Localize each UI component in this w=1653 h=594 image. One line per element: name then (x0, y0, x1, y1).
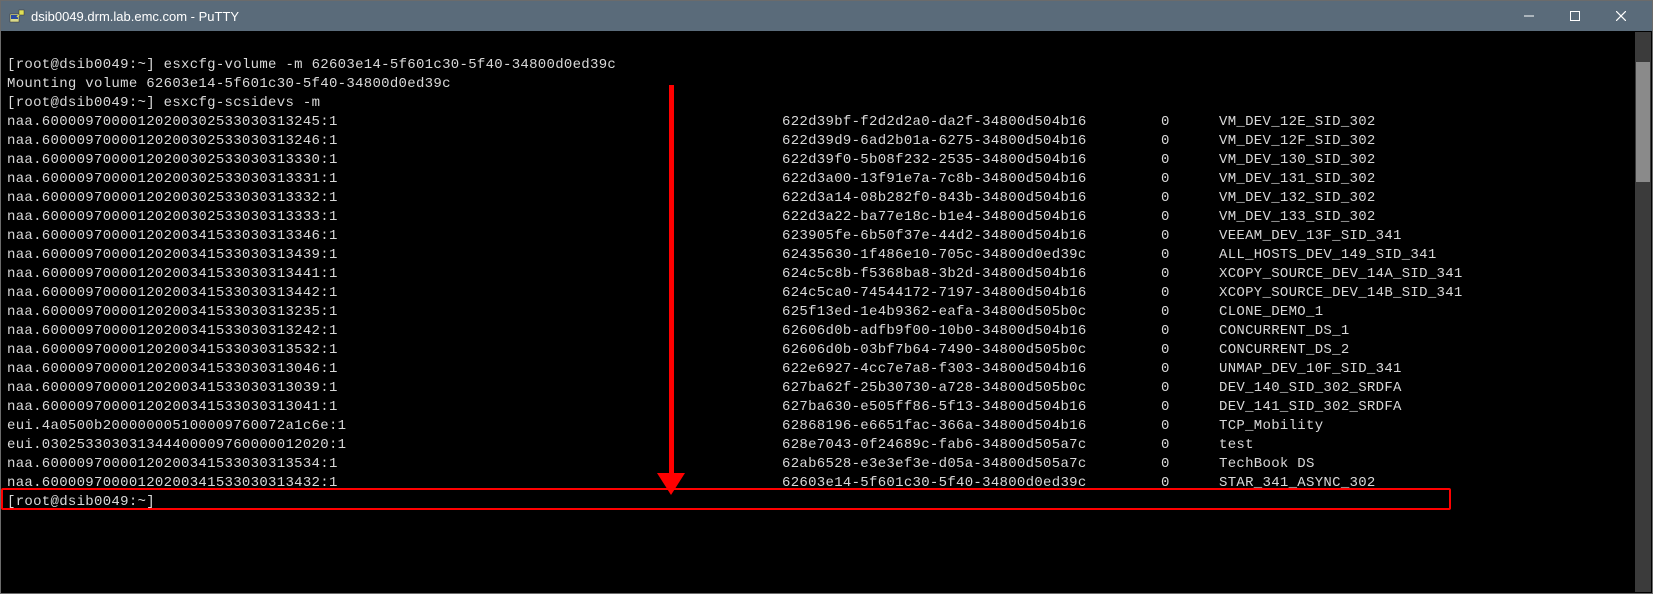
scsi-label: DEV_141_SID_302_SRDFA (1219, 398, 1402, 417)
prompt: [root@dsib0049:~] (7, 57, 155, 73)
scsi-label: VM_DEV_133_SID_302 (1219, 208, 1376, 227)
scsi-uuid: 627ba62f-25b30730-a728-34800d505b0c (782, 379, 1161, 398)
window-title: dsib0049.drm.lab.emc.com - PuTTY (31, 9, 1506, 24)
scsi-partition: 0 (1161, 455, 1219, 474)
scsi-uuid: 623905fe-6b50f37e-44d2-34800d504b16 (782, 227, 1161, 246)
scsi-partition: 0 (1161, 132, 1219, 151)
scsi-device: naa.60000970000120200302533030313331:1 (7, 170, 782, 189)
scsi-uuid: 622d39bf-f2d2d2a0-da2f-34800d504b16 (782, 113, 1161, 132)
scsi-partition: 0 (1161, 151, 1219, 170)
scsi-partition: 0 (1161, 474, 1219, 493)
scsi-partition: 0 (1161, 208, 1219, 227)
scsi-uuid: 622d39f0-5b08f232-2535-34800d504b16 (782, 151, 1161, 170)
scsi-uuid: 62ab6528-e3e3ef3e-d05a-34800d505a7c (782, 455, 1161, 474)
scrollbar-thumb[interactable] (1636, 62, 1650, 182)
scsi-device: naa.60000970000120200341533030313441:1 (7, 265, 782, 284)
scsi-device: naa.60000970000120200341533030313039:1 (7, 379, 782, 398)
scsi-device: eui.4a0500b200000005100009760072a1c6e:1 (7, 417, 782, 436)
scrollbar-track[interactable] (1635, 32, 1651, 592)
scsi-uuid: 622d39d9-6ad2b01a-6275-34800d504b16 (782, 132, 1161, 151)
terminal-area[interactable]: [root@dsib0049:~] esxcfg-volume -m 62603… (1, 31, 1652, 593)
scsi-label: CONCURRENT_DS_2 (1219, 341, 1350, 360)
scsi-partition: 0 (1161, 398, 1219, 417)
scsi-label: UNMAP_DEV_10F_SID_341 (1219, 360, 1402, 379)
scsi-label: CONCURRENT_DS_1 (1219, 322, 1350, 341)
scsi-uuid: 624c5c8b-f5368ba8-3b2d-34800d504b16 (782, 265, 1161, 284)
scsi-device: naa.60000970000120200302533030313330:1 (7, 151, 782, 170)
scsi-uuid: 62606d0b-adfb9f00-10b0-34800d504b16 (782, 322, 1161, 341)
output-mounting: Mounting volume 62603e14-5f601c30-5f40-3… (7, 76, 451, 92)
scsi-partition: 0 (1161, 436, 1219, 455)
scsi-device: naa.60000970000120200341533030313242:1 (7, 322, 782, 341)
scsi-uuid: 622d3a22-ba77e18c-b1e4-34800d504b16 (782, 208, 1161, 227)
scsi-partition: 0 (1161, 227, 1219, 246)
titlebar[interactable]: dsib0049.drm.lab.emc.com - PuTTY (1, 1, 1652, 31)
scsi-device: naa.60000970000120200341533030313534:1 (7, 455, 782, 474)
scsi-partition: 0 (1161, 417, 1219, 436)
scsi-partition: 0 (1161, 113, 1219, 132)
scsi-uuid: 62606d0b-03bf7b64-7490-34800d505b0c (782, 341, 1161, 360)
scsi-device: naa.60000970000120200341533030313439:1 (7, 246, 782, 265)
scsi-label: XCOPY_SOURCE_DEV_14B_SID_341 (1219, 284, 1463, 303)
scsi-uuid: 62603e14-5f601c30-5f40-34800d0ed39c (782, 474, 1161, 493)
scsi-label: VM_DEV_130_SID_302 (1219, 151, 1376, 170)
scsi-label: test (1219, 436, 1254, 455)
scsi-uuid: 622d3a00-13f91e7a-7c8b-34800d504b16 (782, 170, 1161, 189)
scsi-label: TechBook DS (1219, 455, 1315, 474)
minimize-button[interactable] (1506, 1, 1552, 31)
scsi-uuid: 625f13ed-1e4b9362-eafa-34800d505b0c (782, 303, 1161, 322)
command-2: esxcfg-scsidevs -m (164, 95, 321, 111)
scsi-label: TCP_Mobility (1219, 417, 1323, 436)
prompt: [root@dsib0049:~] (7, 494, 155, 510)
scsi-label: STAR_341_ASYNC_302 (1219, 474, 1376, 493)
scsi-partition: 0 (1161, 360, 1219, 379)
scsi-partition: 0 (1161, 189, 1219, 208)
scsi-label: ALL_HOSTS_DEV_149_SID_341 (1219, 246, 1437, 265)
scsi-label: VM_DEV_12E_SID_302 (1219, 113, 1376, 132)
scsi-device: naa.60000970000120200302533030313333:1 (7, 208, 782, 227)
scsi-device: naa.60000970000120200341533030313041:1 (7, 398, 782, 417)
scsi-label: DEV_140_SID_302_SRDFA (1219, 379, 1402, 398)
scsi-uuid: 622e6927-4cc7e7a8-f303-34800d504b16 (782, 360, 1161, 379)
scsi-device: naa.60000970000120200302533030313246:1 (7, 132, 782, 151)
scsi-device: naa.60000970000120200341533030313532:1 (7, 341, 782, 360)
scsi-partition: 0 (1161, 265, 1219, 284)
scsi-label: VEEAM_DEV_13F_SID_341 (1219, 227, 1402, 246)
annotation-arrow-line (669, 85, 674, 480)
putty-window: dsib0049.drm.lab.emc.com - PuTTY [root@d… (0, 0, 1653, 594)
scsi-device: naa.60000970000120200341533030313442:1 (7, 284, 782, 303)
scsi-partition: 0 (1161, 246, 1219, 265)
scsi-label: XCOPY_SOURCE_DEV_14A_SID_341 (1219, 265, 1463, 284)
putty-icon (9, 8, 25, 24)
scsi-uuid: 627ba630-e505ff86-5f13-34800d504b16 (782, 398, 1161, 417)
terminal-output: [root@dsib0049:~] esxcfg-volume -m 62603… (7, 37, 1634, 587)
scsi-label: VM_DEV_131_SID_302 (1219, 170, 1376, 189)
scsi-uuid: 62435630-1f486e10-705c-34800d0ed39c (782, 246, 1161, 265)
scsi-device: eui.030253303031344400009760000012020:1 (7, 436, 782, 455)
annotation-arrow-head-icon (657, 473, 685, 495)
close-button[interactable] (1598, 1, 1644, 31)
scsi-device: naa.60000970000120200341533030313235:1 (7, 303, 782, 322)
maximize-button[interactable] (1552, 1, 1598, 31)
scsi-partition: 0 (1161, 170, 1219, 189)
scsi-device: naa.60000970000120200302533030313245:1 (7, 113, 782, 132)
scsi-label: CLONE_DEMO_1 (1219, 303, 1323, 322)
scsi-uuid: 628e7043-0f24689c-fab6-34800d505a7c (782, 436, 1161, 455)
command-1: esxcfg-volume -m 62603e14-5f601c30-5f40-… (164, 57, 616, 73)
scsi-uuid: 62868196-e6651fac-366a-34800d504b16 (782, 417, 1161, 436)
window-buttons (1506, 1, 1644, 31)
scsi-partition: 0 (1161, 303, 1219, 322)
scsi-device: naa.60000970000120200341533030313346:1 (7, 227, 782, 246)
scsi-uuid: 622d3a14-08b282f0-843b-34800d504b16 (782, 189, 1161, 208)
scsi-partition: 0 (1161, 379, 1219, 398)
scsi-partition: 0 (1161, 284, 1219, 303)
prompt: [root@dsib0049:~] (7, 95, 155, 111)
scsi-partition: 0 (1161, 341, 1219, 360)
scsi-device: naa.60000970000120200341533030313046:1 (7, 360, 782, 379)
scsi-label: VM_DEV_12F_SID_302 (1219, 132, 1376, 151)
scsi-uuid: 624c5ca0-74544172-7197-34800d504b16 (782, 284, 1161, 303)
scsi-label: VM_DEV_132_SID_302 (1219, 189, 1376, 208)
scsi-device: naa.60000970000120200302533030313332:1 (7, 189, 782, 208)
scsi-partition: 0 (1161, 322, 1219, 341)
